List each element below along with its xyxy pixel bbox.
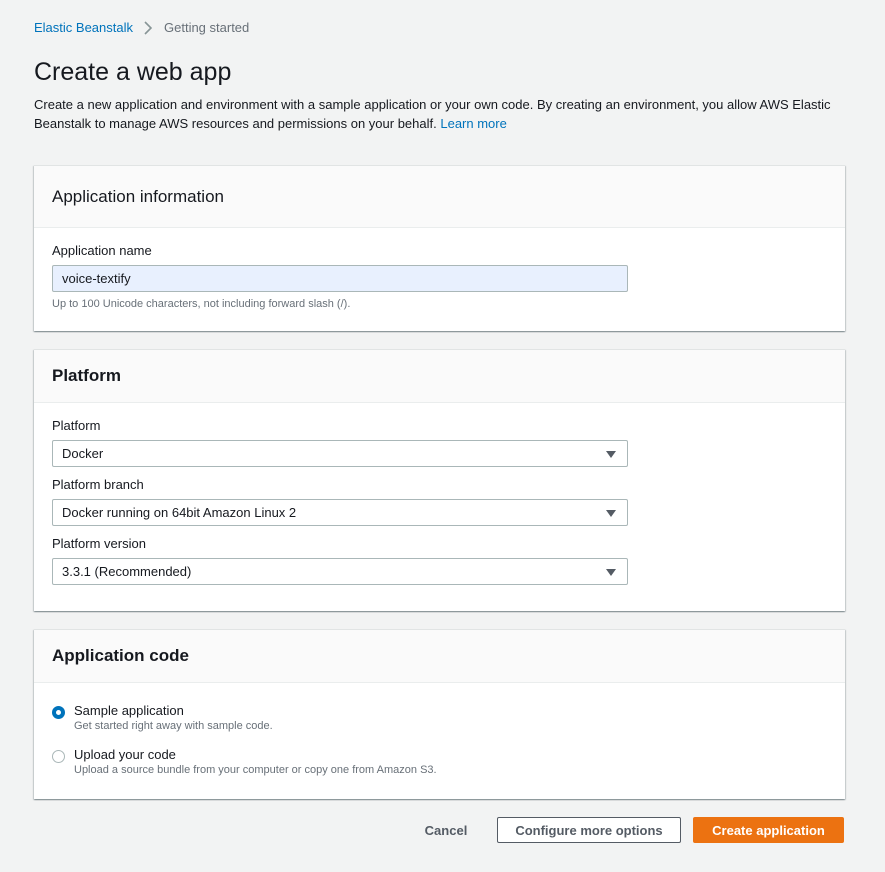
panel-body: Application name Up to 100 Unicode chara… bbox=[34, 228, 845, 310]
platform-version-select[interactable]: 3.3.1 (Recommended) bbox=[52, 558, 628, 585]
platform-version-label: Platform version bbox=[52, 536, 146, 551]
caret-down-icon bbox=[606, 451, 616, 458]
application-name-label: Application name bbox=[52, 243, 152, 258]
learn-more-link[interactable]: Learn more bbox=[440, 116, 506, 131]
platform-label: Platform bbox=[52, 418, 101, 433]
breadcrumb: Elastic Beanstalk Getting started bbox=[34, 20, 249, 35]
application-name-hint: Up to 100 Unicode characters, not includ… bbox=[52, 298, 351, 310]
platform-version-select-value: 3.3.1 (Recommended) bbox=[62, 564, 192, 579]
panel-body: Sample application Get started right awa… bbox=[34, 683, 845, 776]
platform-branch-label: Platform branch bbox=[52, 477, 144, 492]
radio-option-upload-your-code[interactable]: Upload your code Upload a source bundle … bbox=[52, 747, 827, 776]
radio-option-sample-application[interactable]: Sample application Get started right awa… bbox=[52, 703, 827, 732]
panel-title-platform: Platform bbox=[52, 366, 121, 385]
application-code-panel: Application code Sample application Get … bbox=[34, 629, 845, 799]
platform-select[interactable]: Docker bbox=[52, 440, 628, 467]
radio-button-upload-your-code[interactable] bbox=[52, 750, 65, 763]
caret-down-icon bbox=[606, 510, 616, 517]
breadcrumb-current: Getting started bbox=[164, 20, 250, 35]
page-description: Create a new application and environment… bbox=[34, 96, 844, 133]
panel-header: Platform bbox=[34, 350, 845, 403]
chevron-right-icon bbox=[144, 20, 152, 35]
application-information-panel: Application information Application name… bbox=[34, 165, 845, 331]
page-title: Create a web app bbox=[34, 58, 232, 86]
platform-select-value: Docker bbox=[62, 446, 104, 461]
radio-button-sample-application[interactable] bbox=[52, 706, 65, 719]
caret-down-icon bbox=[606, 569, 616, 576]
application-name-input[interactable] bbox=[52, 265, 628, 292]
panel-title-application-code: Application code bbox=[52, 646, 189, 665]
platform-branch-select-value: Docker running on 64bit Amazon Linux 2 bbox=[62, 505, 297, 520]
breadcrumb-elastic-beanstalk-link[interactable]: Elastic Beanstalk bbox=[34, 20, 133, 35]
radio-subtitle: Get started right away with sample code. bbox=[74, 720, 273, 732]
platform-panel: Platform Platform Docker Platform branch… bbox=[34, 349, 845, 611]
page-description-text: Create a new application and environment… bbox=[34, 97, 831, 131]
radio-subtitle: Upload a source bundle from your compute… bbox=[74, 764, 437, 776]
cancel-button[interactable]: Cancel bbox=[414, 817, 478, 843]
platform-branch-select[interactable]: Docker running on 64bit Amazon Linux 2 bbox=[52, 499, 628, 526]
panel-body: Platform Docker Platform branch Docker r… bbox=[34, 403, 845, 585]
panel-title-application-information: Application information bbox=[52, 186, 224, 206]
panel-header: Application code bbox=[34, 630, 845, 683]
panel-header: Application information bbox=[34, 166, 845, 228]
radio-title: Upload your code bbox=[74, 747, 176, 762]
create-application-button[interactable]: Create application bbox=[693, 817, 844, 843]
radio-title: Sample application bbox=[74, 703, 184, 718]
configure-more-options-button[interactable]: Configure more options bbox=[497, 817, 681, 843]
